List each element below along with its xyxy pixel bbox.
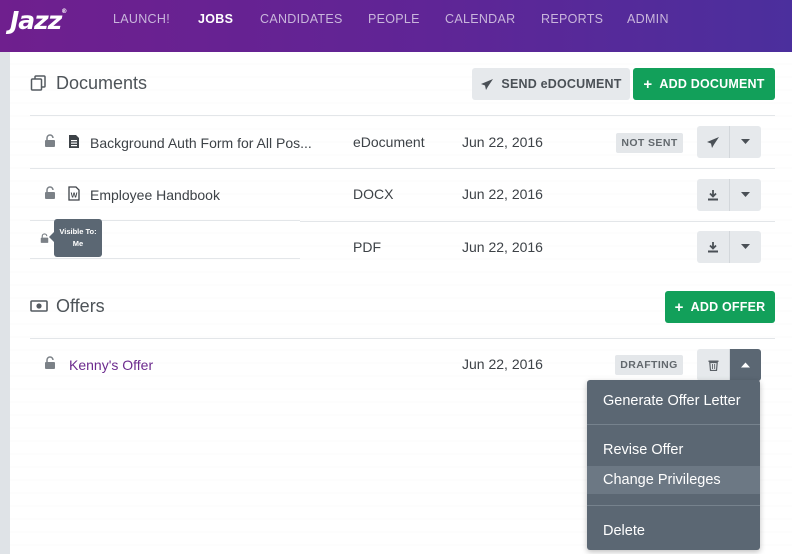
menu-item-generate-offer-letter[interactable]: Generate Offer Letter bbox=[587, 387, 760, 415]
document-type: eDocument bbox=[353, 134, 425, 150]
send-edocument-button[interactable]: SEND eDOCUMENT bbox=[472, 68, 630, 100]
status-badge: NOT SENT bbox=[616, 133, 683, 153]
document-type: PDF bbox=[353, 239, 381, 255]
unlock-icon[interactable] bbox=[44, 356, 56, 369]
document-actions bbox=[697, 126, 761, 158]
download-icon bbox=[708, 190, 718, 201]
divider bbox=[30, 168, 775, 169]
caret-up-icon bbox=[741, 362, 750, 368]
divider bbox=[30, 258, 300, 259]
offer-date: Jun 22, 2016 bbox=[462, 356, 543, 372]
more-actions-button[interactable] bbox=[729, 231, 761, 263]
menu-item-delete[interactable]: Delete bbox=[587, 517, 760, 545]
more-actions-button[interactable] bbox=[729, 349, 761, 381]
download-button[interactable] bbox=[697, 179, 729, 211]
nav-item-launch[interactable]: LAUNCH! bbox=[113, 12, 170, 26]
document-date: Jun 22, 2016 bbox=[462, 134, 543, 150]
document-name[interactable]: Background Auth Form for All Pos... bbox=[90, 135, 312, 151]
plus-icon: + bbox=[674, 298, 684, 316]
add-document-button[interactable]: + ADD DOCUMENT bbox=[633, 68, 775, 100]
offer-name-link[interactable]: Kenny's Offer bbox=[69, 357, 153, 373]
offer-actions bbox=[697, 349, 761, 381]
offer-actions-menu: Generate Offer Letter Revise Offer Chang… bbox=[587, 380, 760, 550]
caret-down-icon bbox=[741, 139, 750, 144]
money-icon bbox=[30, 300, 48, 312]
nav-item-reports[interactable]: REPORTS bbox=[541, 12, 603, 26]
documents-icon bbox=[30, 75, 46, 91]
send-button[interactable] bbox=[697, 126, 729, 158]
add-offer-button[interactable]: + ADD OFFER bbox=[665, 291, 775, 323]
download-button[interactable] bbox=[697, 231, 729, 263]
send-icon bbox=[707, 136, 719, 148]
visibility-tooltip: Visible To: Me bbox=[49, 219, 102, 257]
unlock-icon[interactable] bbox=[40, 233, 49, 243]
trash-icon bbox=[708, 360, 718, 371]
more-actions-button[interactable] bbox=[729, 126, 761, 158]
divider bbox=[30, 338, 775, 339]
nav-item-candidates[interactable]: CANDIDATES bbox=[260, 12, 343, 26]
unlock-icon[interactable] bbox=[44, 134, 56, 147]
word-file-icon: W bbox=[68, 186, 80, 201]
caret-down-icon bbox=[741, 244, 750, 249]
nav-item-people[interactable]: PEOPLE bbox=[368, 12, 420, 26]
menu-item-revise-offer[interactable]: Revise Offer bbox=[587, 436, 760, 464]
document-actions bbox=[697, 179, 761, 211]
document-date: Jun 22, 2016 bbox=[462, 186, 543, 202]
more-actions-button[interactable] bbox=[729, 179, 761, 211]
caret-down-icon bbox=[741, 192, 750, 197]
download-icon bbox=[708, 242, 718, 253]
svg-text:W: W bbox=[71, 193, 78, 200]
document-actions bbox=[697, 231, 761, 263]
menu-divider bbox=[587, 424, 760, 425]
divider bbox=[300, 221, 775, 222]
divider bbox=[30, 115, 775, 116]
unlock-icon[interactable] bbox=[44, 186, 56, 199]
document-type: DOCX bbox=[353, 186, 394, 202]
documents-title: Documents bbox=[56, 73, 148, 93]
send-icon bbox=[481, 78, 494, 90]
nav-item-calendar[interactable]: CALENDAR bbox=[445, 12, 515, 26]
jazz-logo[interactable]: Jazz® bbox=[10, 6, 67, 35]
status-badge: DRAFTING bbox=[615, 355, 683, 375]
menu-item-change-privileges[interactable]: Change Privileges bbox=[587, 466, 760, 494]
document-date: Jun 22, 2016 bbox=[462, 239, 543, 255]
document-icon bbox=[69, 135, 79, 148]
offers-title: Offers bbox=[56, 296, 105, 316]
top-nav: Jazz® LAUNCH! JOBS CANDIDATES PEOPLE CAL… bbox=[0, 0, 792, 52]
document-name[interactable]: Employee Handbook bbox=[90, 187, 220, 203]
nav-item-jobs[interactable]: JOBS bbox=[198, 12, 233, 26]
nav-item-admin[interactable]: ADMIN bbox=[627, 12, 669, 26]
plus-icon: + bbox=[643, 75, 653, 93]
delete-offer-button[interactable] bbox=[697, 349, 729, 381]
menu-divider bbox=[587, 505, 760, 506]
